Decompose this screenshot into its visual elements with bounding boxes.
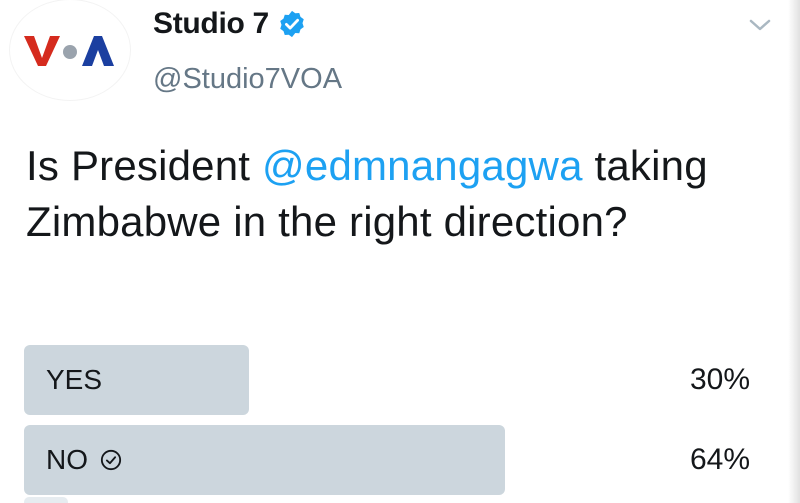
poll-option-percent: 30% (689, 363, 750, 396)
verified-badge-icon (280, 10, 304, 38)
poll-option-percent: 64% (689, 443, 750, 476)
edge-shadow (788, 0, 800, 503)
chevron-down-icon[interactable] (748, 16, 772, 34)
author-name-row: Studio 7 (153, 6, 307, 42)
avatar[interactable] (10, 0, 130, 100)
poll: YES 30% NO 64% (24, 345, 764, 503)
tweet-text-start: Is President (26, 142, 263, 189)
poll-option-yes: YES 30% (24, 345, 764, 415)
poll-option-label: YES (46, 364, 103, 395)
tweet-text: Is President @edmnangagwa taking Zimbabw… (26, 138, 766, 250)
poll-option-no: NO 64% (24, 425, 764, 495)
tweet-card: Studio 7 @Studio7VOA Is President @edmna… (0, 0, 800, 503)
check-circle-icon (100, 449, 122, 471)
mention-link[interactable]: @edmnangagwa (262, 142, 583, 189)
poll-option-label: NO (46, 444, 88, 475)
voa-logo-icon (24, 36, 114, 66)
user-handle[interactable]: @Studio7VOA (153, 62, 342, 96)
poll-footer-partial (24, 497, 68, 503)
display-name[interactable]: Studio 7 (153, 6, 269, 42)
